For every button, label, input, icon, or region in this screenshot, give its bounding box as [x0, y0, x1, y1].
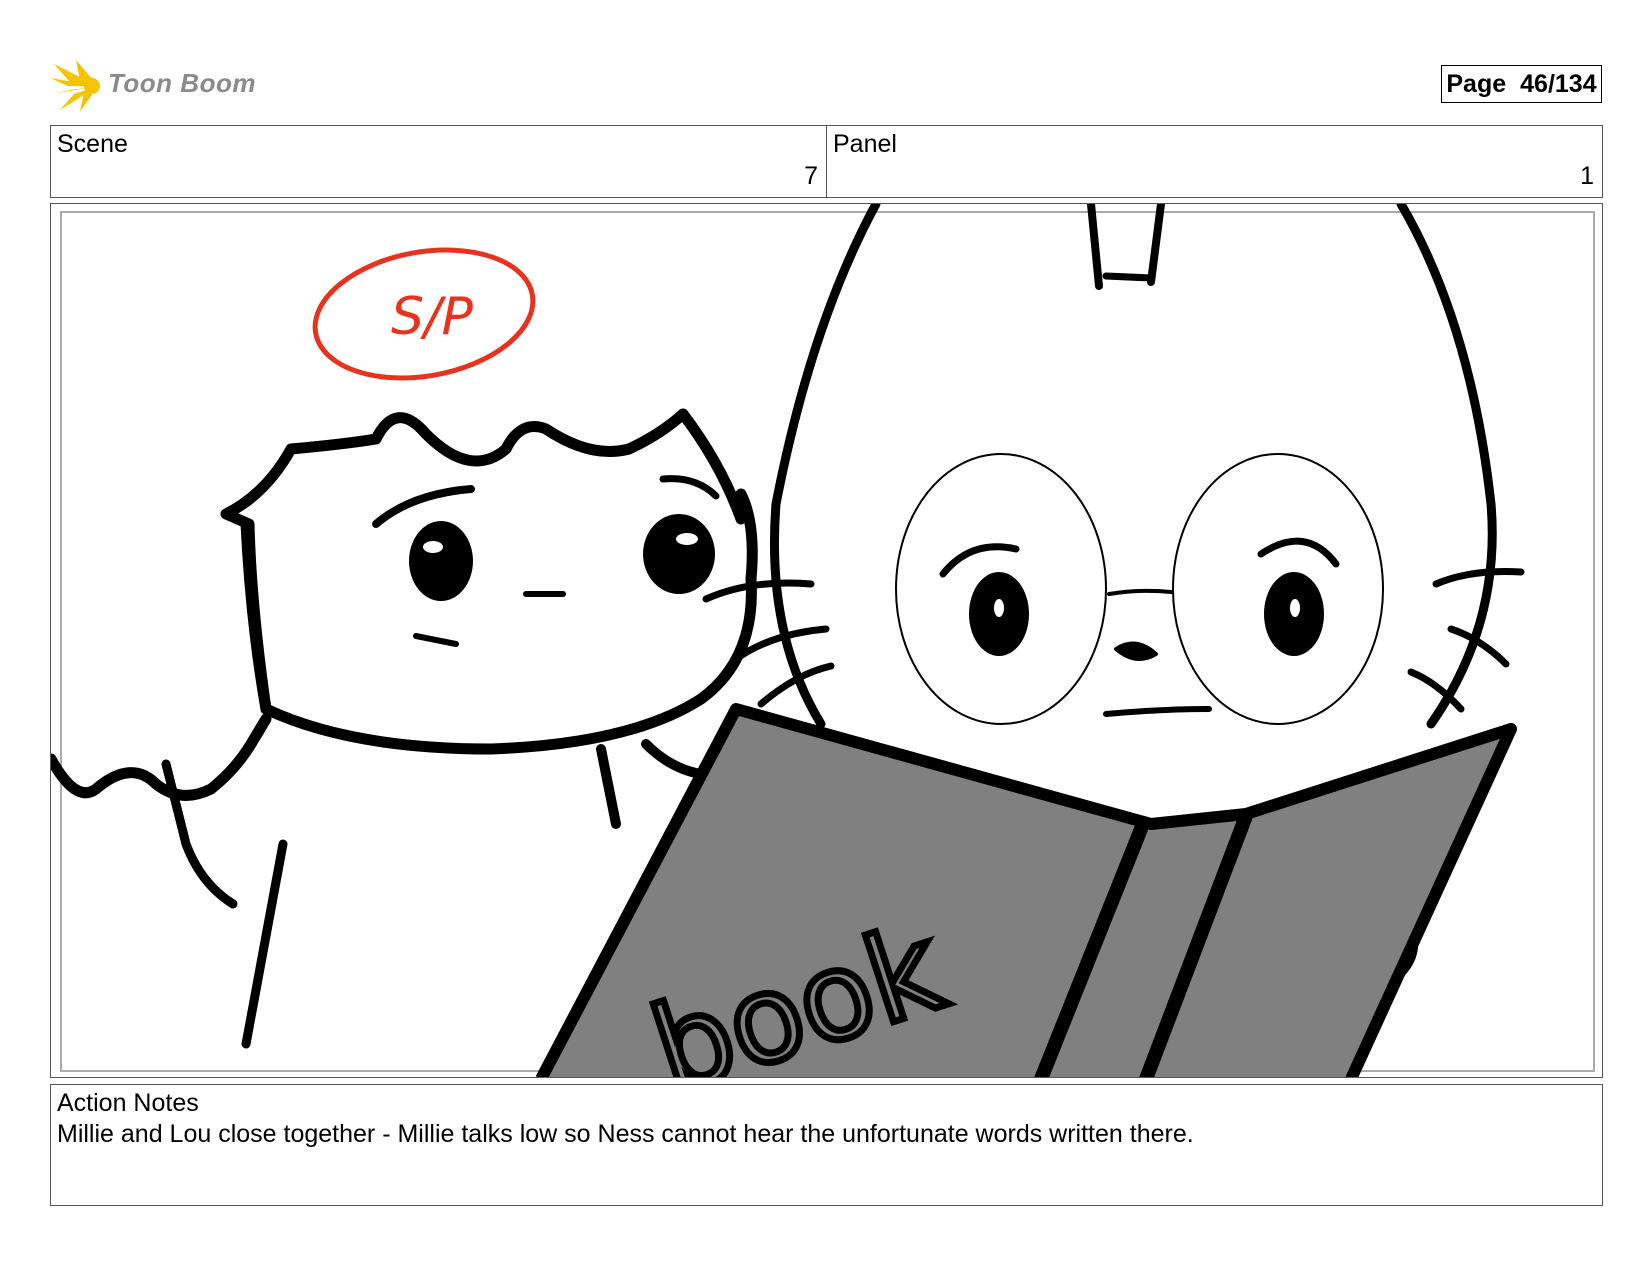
- starburst-icon: [50, 60, 100, 112]
- action-notes: Action Notes Millie and Lou close togeth…: [50, 1084, 1603, 1206]
- panel-cell: Panel 1: [826, 126, 1602, 197]
- annotation-text: S/P: [391, 287, 474, 347]
- page-indicator: Page 46/134: [1441, 65, 1602, 103]
- storyboard-drawing: S/P book: [51, 204, 1595, 1077]
- scene-panel-header: Scene 7 Panel 1: [50, 125, 1603, 198]
- logo-text: Toon Boom: [108, 68, 256, 98]
- storyboard-frame: S/P book: [50, 203, 1603, 1078]
- toon-boom-logo: Toon Boom: [50, 58, 260, 114]
- page-label: Page: [1446, 69, 1507, 98]
- scene-number: 7: [804, 162, 818, 190]
- action-notes-text: Millie and Lou close together - Millie t…: [57, 1120, 1194, 1148]
- action-notes-label: Action Notes: [57, 1089, 199, 1117]
- scene-label: Scene: [57, 130, 128, 158]
- scene-cell: Scene 7: [51, 126, 826, 197]
- panel-label: Panel: [833, 130, 897, 158]
- book: book: [535, 703, 1517, 1077]
- sp-annotation: S/P: [312, 247, 536, 381]
- page-number: 46/134: [1520, 69, 1597, 98]
- panel-number: 1: [1580, 162, 1594, 190]
